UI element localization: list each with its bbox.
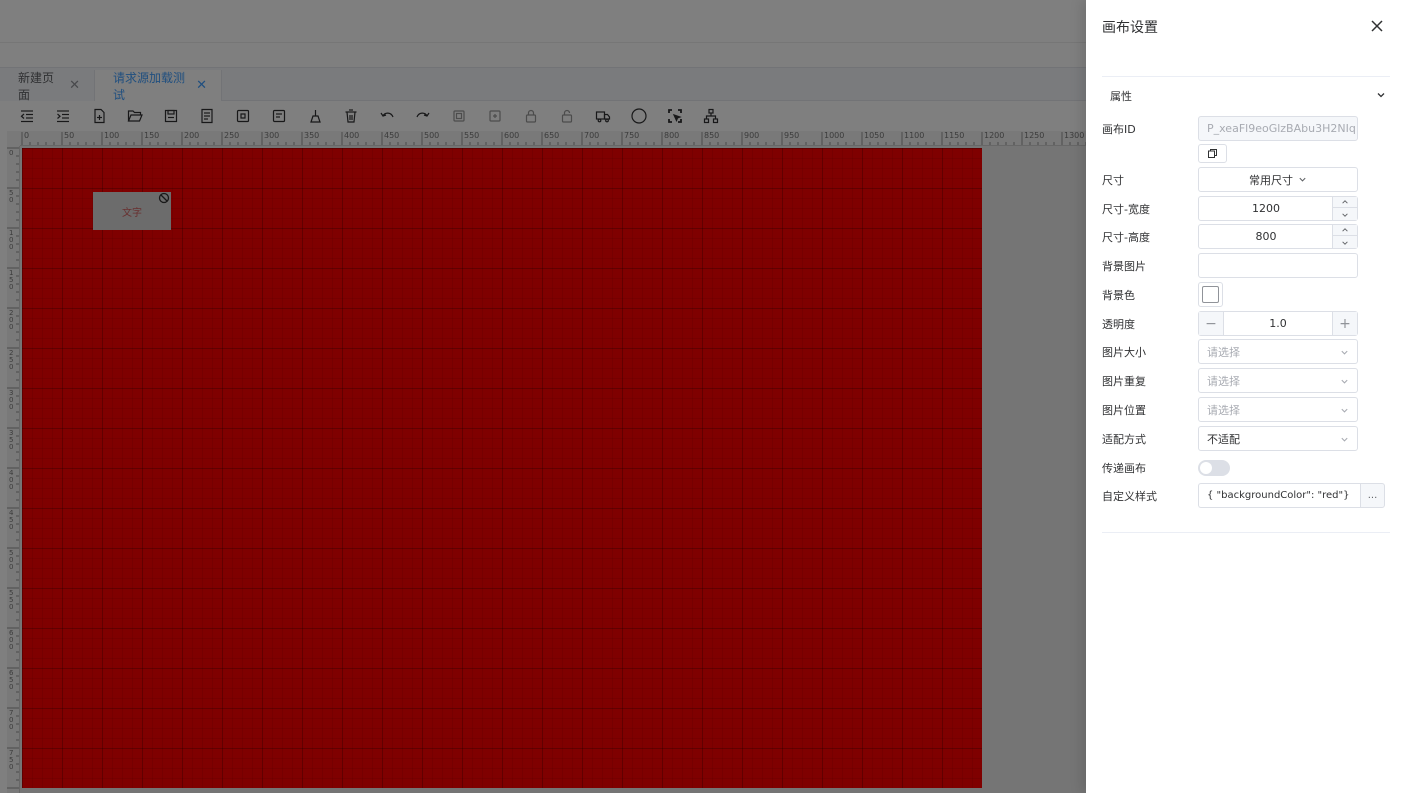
size-dropdown-value: 常用尺寸: [1249, 173, 1293, 187]
chevron-up-icon: [1342, 228, 1348, 232]
image-position-select[interactable]: 请选择: [1198, 397, 1358, 422]
section-title: 属性: [1110, 90, 1132, 103]
width-number-input[interactable]: 1200: [1198, 196, 1358, 221]
canvas-settings-drawer: 画布设置 属性 画布ID P_xeaFl9eoGlzBAbu3H2NIq 尺寸 …: [1086, 0, 1404, 793]
height-value[interactable]: 800: [1199, 225, 1333, 248]
fit-mode-value: 不适配: [1207, 432, 1240, 446]
chevron-down-icon: [1341, 379, 1348, 384]
chevron-down-icon: [1341, 437, 1348, 442]
bg-image-input[interactable]: [1198, 253, 1358, 278]
width-label: 尺寸-宽度: [1102, 203, 1150, 216]
custom-style-label: 自定义样式: [1102, 490, 1157, 503]
height-label: 尺寸-高度: [1102, 231, 1150, 244]
size-dropdown[interactable]: 常用尺寸: [1198, 167, 1358, 192]
increase-button[interactable]: [1333, 197, 1357, 208]
size-label: 尺寸: [1102, 174, 1124, 187]
bg-image-label: 背景图片: [1102, 260, 1146, 273]
properties-section-header[interactable]: 属性: [1102, 81, 1390, 109]
opacity-label: 透明度: [1102, 318, 1135, 331]
select-placeholder: 请选择: [1207, 374, 1240, 388]
height-number-input[interactable]: 800: [1198, 224, 1358, 249]
opacity-stepper[interactable]: − 1.0 +: [1198, 311, 1358, 336]
fit-mode-select[interactable]: 不适配: [1198, 426, 1358, 451]
image-repeat-label: 图片重复: [1102, 375, 1146, 388]
custom-style-input[interactable]: { "backgroundColor": "red"}: [1198, 483, 1360, 508]
chevron-down-icon: [1341, 350, 1348, 355]
drawer-title: 画布设置: [1102, 20, 1158, 36]
canvas-id-label: 画布ID: [1102, 123, 1136, 136]
image-size-label: 图片大小: [1102, 346, 1146, 359]
toggle-knob: [1200, 462, 1212, 474]
copy-button[interactable]: [1198, 144, 1227, 163]
close-icon[interactable]: [1368, 17, 1386, 35]
pass-canvas-toggle[interactable]: [1198, 460, 1230, 476]
divider: [1102, 532, 1390, 533]
select-placeholder: 请选择: [1207, 345, 1240, 359]
color-swatch: [1202, 286, 1219, 303]
increase-button[interactable]: [1333, 225, 1357, 236]
image-position-label: 图片位置: [1102, 404, 1146, 417]
chevron-down-icon: [1299, 177, 1306, 182]
chevron-up-icon: [1342, 200, 1348, 204]
select-placeholder: 请选择: [1207, 403, 1240, 417]
pass-canvas-label: 传递画布: [1102, 462, 1146, 475]
chevron-down-icon: [1341, 408, 1348, 413]
canvas-id-input: P_xeaFl9eoGlzBAbu3H2NIq: [1198, 116, 1358, 141]
decrease-button[interactable]: [1333, 209, 1357, 220]
chevron-down-icon: [1342, 212, 1348, 217]
bg-color-picker[interactable]: [1198, 282, 1223, 307]
chevron-down-icon: [1342, 240, 1348, 245]
fit-mode-label: 适配方式: [1102, 433, 1146, 446]
copy-icon: [1208, 149, 1217, 158]
opacity-value[interactable]: 1.0: [1224, 312, 1332, 335]
divider: [1102, 76, 1390, 77]
chevron-down-icon: [1377, 93, 1385, 98]
plus-button[interactable]: +: [1332, 312, 1357, 335]
minus-button[interactable]: −: [1199, 312, 1224, 335]
bg-color-label: 背景色: [1102, 289, 1135, 302]
image-size-select[interactable]: 请选择: [1198, 339, 1358, 364]
decrease-button[interactable]: [1333, 237, 1357, 248]
image-repeat-select[interactable]: 请选择: [1198, 368, 1358, 393]
width-value[interactable]: 1200: [1199, 197, 1333, 220]
custom-style-edit-button[interactable]: ...: [1360, 483, 1385, 508]
